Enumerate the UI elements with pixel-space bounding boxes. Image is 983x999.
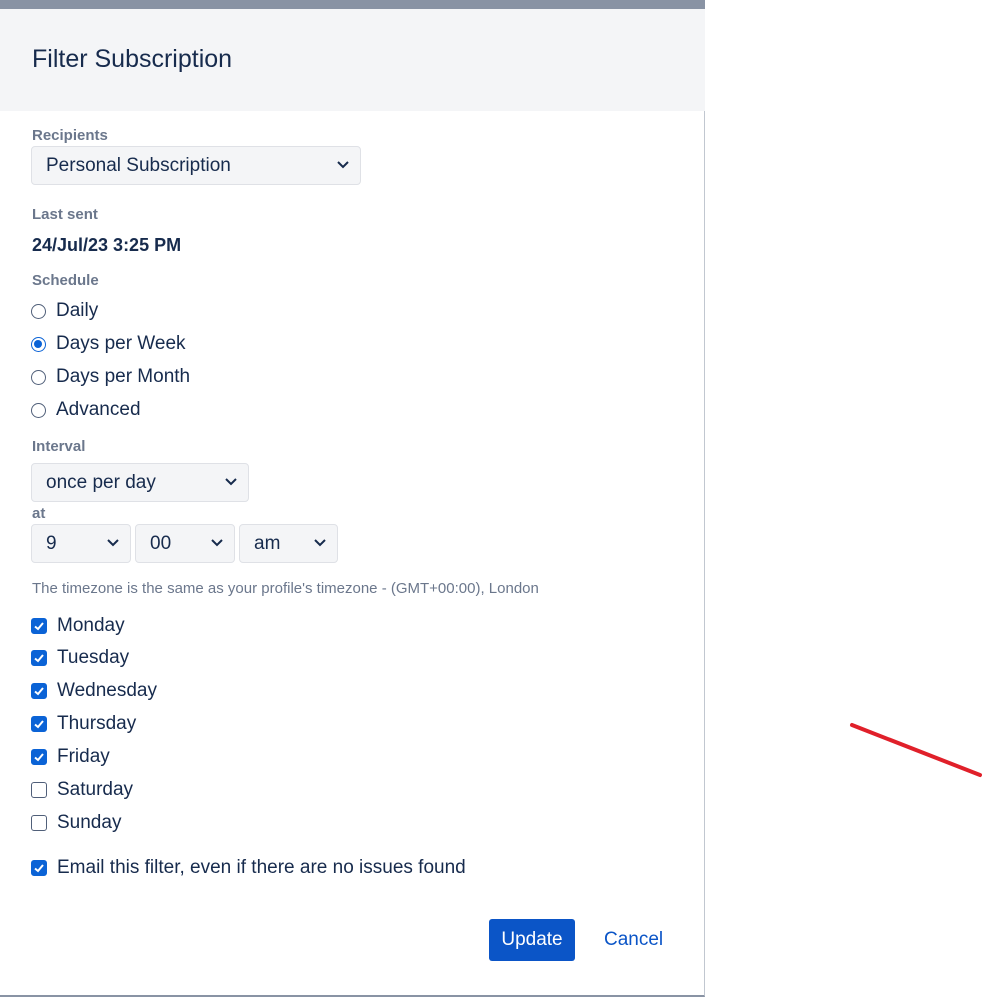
cancel-button[interactable]: Cancel bbox=[598, 919, 668, 961]
interval-label: Interval bbox=[32, 438, 86, 455]
email-empty-label: Email this filter, even if there are no … bbox=[57, 857, 466, 878]
chevron-down-icon bbox=[107, 539, 119, 547]
checkbox-friday[interactable] bbox=[31, 749, 47, 765]
day-label: Thursday bbox=[57, 713, 137, 734]
schedule-option-label: Advanced bbox=[56, 399, 141, 420]
dialog-top-strip bbox=[0, 0, 705, 9]
day-label: Saturday bbox=[57, 779, 134, 800]
minute-select[interactable]: 00 bbox=[135, 524, 235, 563]
chevron-down-icon bbox=[314, 539, 326, 547]
email-empty-option[interactable]: Email this filter, even if there are no … bbox=[31, 856, 466, 880]
recipients-label: Recipients bbox=[32, 127, 108, 144]
day-option-sunday[interactable]: Sunday bbox=[31, 811, 121, 835]
at-label: at bbox=[32, 505, 46, 522]
radio-days-per-week[interactable] bbox=[31, 336, 46, 352]
schedule-option-advanced[interactable]: Advanced bbox=[31, 398, 141, 422]
schedule-option-days-per-month[interactable]: Days per Month bbox=[31, 365, 190, 389]
last-sent-value: 24/Jul/23 3:25 PM bbox=[32, 235, 182, 255]
schedule-option-label: Daily bbox=[56, 300, 99, 321]
chevron-down-icon bbox=[225, 478, 237, 486]
check-icon bbox=[34, 654, 44, 663]
radio-daily[interactable] bbox=[31, 303, 46, 319]
checkbox-email-empty[interactable] bbox=[31, 860, 47, 876]
day-option-monday[interactable]: Monday bbox=[31, 614, 125, 638]
filter-subscription-dialog: Filter Subscription Recipients Personal … bbox=[0, 0, 705, 997]
check-icon bbox=[34, 864, 44, 873]
day-option-tuesday[interactable]: Tuesday bbox=[31, 646, 129, 670]
hour-select[interactable]: 9 bbox=[31, 524, 131, 563]
schedule-option-label: Days per Month bbox=[56, 366, 191, 387]
ampm-select-value: am bbox=[254, 533, 281, 554]
chevron-down-icon bbox=[211, 539, 223, 547]
checkbox-saturday[interactable] bbox=[31, 782, 47, 798]
schedule-option-label: Days per Week bbox=[56, 333, 186, 354]
schedule-option-days-per-week[interactable]: Days per Week bbox=[31, 332, 186, 356]
day-option-wednesday[interactable]: Wednesday bbox=[31, 679, 157, 703]
checkbox-wednesday[interactable] bbox=[31, 683, 47, 699]
interval-select-value: once per day bbox=[46, 472, 156, 493]
checkbox-sunday[interactable] bbox=[31, 815, 47, 831]
chevron-down-icon bbox=[337, 161, 349, 169]
minute-select-value: 00 bbox=[150, 533, 172, 554]
day-label: Friday bbox=[57, 746, 110, 767]
last-sent-label: Last sent bbox=[32, 206, 98, 223]
interval-select[interactable]: once per day bbox=[31, 463, 249, 502]
radio-advanced[interactable] bbox=[31, 402, 46, 418]
day-option-friday[interactable]: Friday bbox=[31, 745, 110, 769]
schedule-option-daily[interactable]: Daily bbox=[31, 299, 98, 323]
schedule-label: Schedule bbox=[32, 272, 99, 289]
radio-days-per-month[interactable] bbox=[31, 369, 46, 385]
ampm-select[interactable]: am bbox=[239, 524, 338, 563]
day-label: Tuesday bbox=[57, 647, 130, 668]
check-icon bbox=[34, 622, 44, 631]
check-icon bbox=[34, 753, 44, 762]
recipients-select-value: Personal Subscription bbox=[46, 155, 231, 176]
checkbox-tuesday[interactable] bbox=[31, 650, 47, 666]
timezone-hint: The timezone is the same as your profile… bbox=[32, 580, 539, 597]
update-button[interactable]: Update bbox=[489, 919, 575, 961]
red-annotation-stroke bbox=[850, 723, 982, 777]
day-option-thursday[interactable]: Thursday bbox=[31, 712, 136, 736]
day-label: Monday bbox=[57, 615, 125, 636]
hour-select-value: 9 bbox=[46, 533, 57, 554]
day-label: Wednesday bbox=[57, 680, 157, 701]
dialog-title: Filter Subscription bbox=[32, 45, 233, 73]
day-label: Sunday bbox=[57, 812, 122, 833]
checkbox-monday[interactable] bbox=[31, 618, 47, 634]
check-icon bbox=[34, 687, 44, 696]
checkbox-thursday[interactable] bbox=[31, 716, 47, 732]
day-option-saturday[interactable]: Saturday bbox=[31, 778, 133, 802]
dialog-header: Filter Subscription bbox=[0, 9, 705, 111]
check-icon bbox=[34, 720, 44, 729]
recipients-select[interactable]: Personal Subscription bbox=[31, 146, 361, 185]
